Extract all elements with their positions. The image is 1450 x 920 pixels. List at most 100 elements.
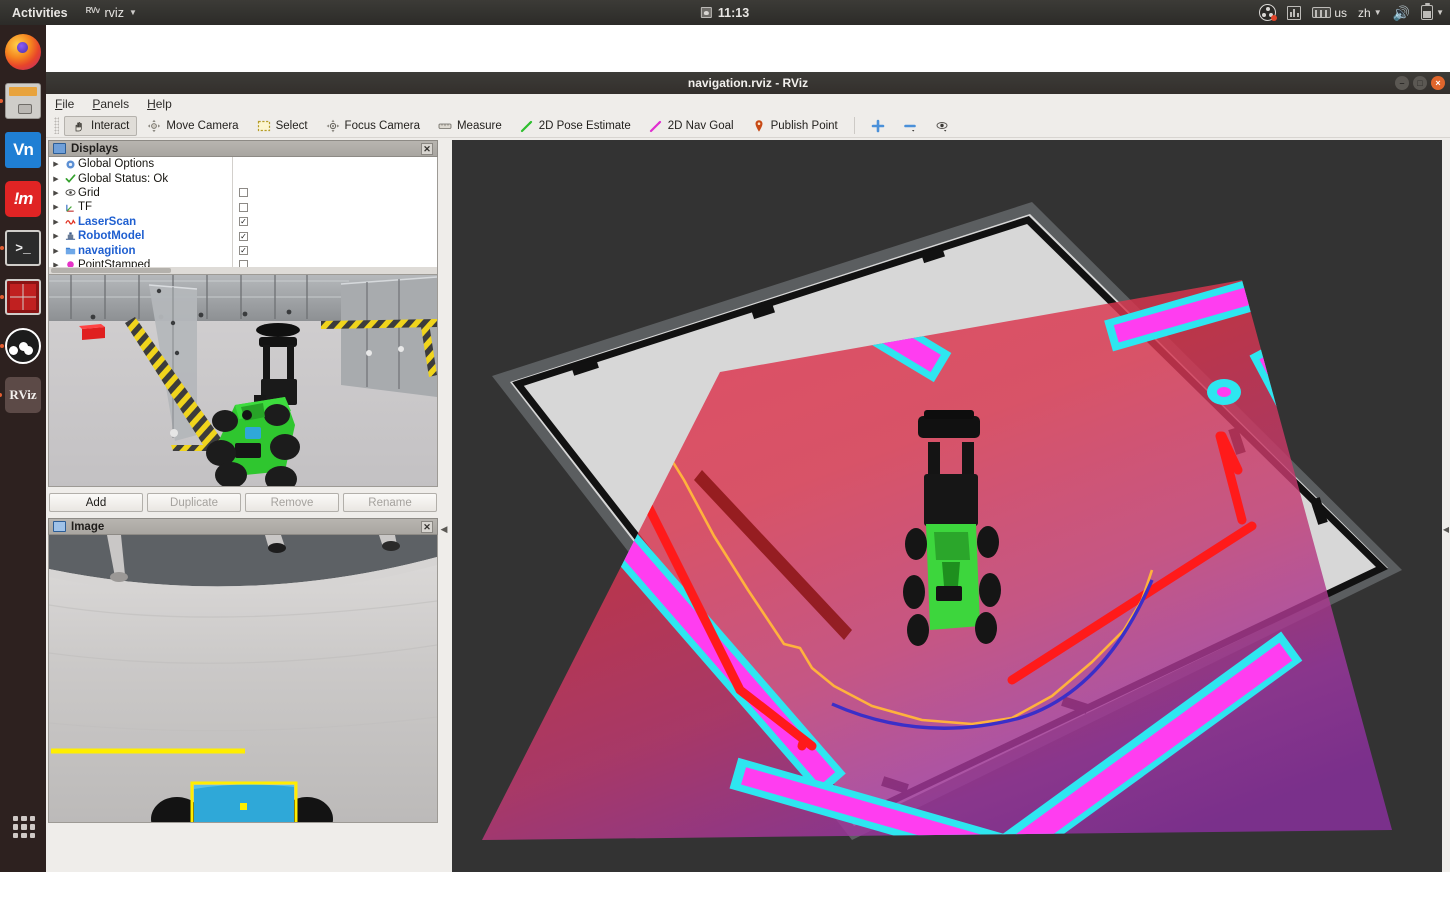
check-icon xyxy=(63,173,78,184)
tool-interact[interactable]: Interact xyxy=(64,115,138,136)
input-method-label: zh xyxy=(1358,5,1371,20)
display-enabled-checkbox[interactable] xyxy=(239,202,248,212)
menu-help[interactable]: Help xyxy=(147,97,172,111)
app-menu-rviz[interactable]: RVᴠ rviz ▼ xyxy=(80,6,143,20)
dock-collapse-handle[interactable]: ◀ xyxy=(438,140,450,918)
screen: Activities RVᴠ rviz ▼ 11:13 us zh ▼ 🔊 ▼ … xyxy=(0,0,1450,920)
tool-publish-point[interactable]: Publish Point xyxy=(744,116,846,136)
magenta-arrow-icon xyxy=(649,119,663,133)
display-item-navagition[interactable]: ▶ navagition ✓ xyxy=(49,243,437,258)
system-tray: us zh ▼ 🔊 ▼ xyxy=(1259,2,1444,21)
minimize-button[interactable]: – xyxy=(1395,76,1409,90)
displays-panel-header: Displays ✕ xyxy=(48,140,438,157)
tool-move-camera[interactable]: Move Camera xyxy=(139,116,246,136)
third-person-camera-view[interactable] xyxy=(48,275,438,487)
display-item-label: RobotModel xyxy=(78,230,145,243)
remove-button[interactable]: Remove xyxy=(245,493,339,512)
displays-tree[interactable]: ▶ Global Options ▶ Global Status: Ok ▶ Grid ▶ T… xyxy=(48,157,438,275)
eye-icon xyxy=(935,119,949,133)
launcher-item-terminator[interactable] xyxy=(0,279,41,315)
keyboard-layout-indicator[interactable]: us xyxy=(1312,6,1347,20)
launcher-item-files[interactable] xyxy=(0,83,41,119)
robot-camera-view[interactable] xyxy=(48,535,438,823)
work-area: Displays ✕ ▶ Global Options ▶ Global Status… xyxy=(46,138,1450,920)
expand-arrow-icon[interactable]: ▶ xyxy=(49,247,63,255)
tool-interact-label: Interact xyxy=(91,119,130,132)
close-icon[interactable]: ✕ xyxy=(421,520,433,533)
menu-file[interactable]: File xyxy=(55,97,74,111)
toolbar-grip[interactable] xyxy=(54,117,59,134)
close-icon[interactable]: ✕ xyxy=(421,142,433,155)
add-button[interactable]: Add xyxy=(49,493,143,512)
launcher-item-vnc-viewer[interactable]: Vn xyxy=(5,132,41,168)
displays-tree-scrollbar[interactable] xyxy=(49,267,437,274)
system-monitor-icon[interactable] xyxy=(1287,5,1302,20)
rename-button[interactable]: Rename xyxy=(343,493,437,512)
view-collapse-handle[interactable]: ◀ xyxy=(1442,140,1450,918)
system-top-bar: Activities RVᴠ rviz ▼ 11:13 us zh ▼ 🔊 ▼ xyxy=(0,0,1450,25)
tool-properties-button[interactable] xyxy=(927,116,957,136)
launcher-item-firefox[interactable] xyxy=(5,34,41,70)
battery-indicator[interactable]: ▼ xyxy=(1421,2,1444,20)
tool-publish-point-label: Publish Point xyxy=(770,119,838,132)
activities-button[interactable]: Activities xyxy=(0,6,80,20)
tool-bar: Interact Move Camera Select Focus Camera… xyxy=(46,114,1450,138)
display-item-laserscan[interactable]: ▶ LaserScan ✓ xyxy=(49,214,437,229)
input-method-indicator[interactable]: zh ▼ xyxy=(1358,6,1382,20)
close-button[interactable]: × xyxy=(1431,76,1445,90)
expand-arrow-icon[interactable]: ▶ xyxy=(49,175,63,183)
volume-icon[interactable]: 🔊 xyxy=(1393,6,1410,20)
axes-icon xyxy=(63,202,78,213)
display-item-robotmodel[interactable]: ▶ RobotModel ✓ xyxy=(49,228,437,244)
menu-panels[interactable]: Panels xyxy=(92,97,129,111)
tool-2d-pose-estimate[interactable]: 2D Pose Estimate xyxy=(512,116,639,136)
image-panel-header: Image ✕ xyxy=(48,518,438,535)
duplicate-button[interactable]: Duplicate xyxy=(147,493,241,512)
tool-move-camera-label: Move Camera xyxy=(166,119,239,132)
expand-arrow-icon[interactable]: ▶ xyxy=(49,189,63,197)
ubuntu-launcher: Vn !m >_ RViz xyxy=(0,25,46,920)
display-enabled-checkbox[interactable] xyxy=(239,188,248,198)
launcher-item-obs-studio[interactable] xyxy=(0,328,41,364)
green-arrow-icon xyxy=(520,119,534,133)
display-enabled-checkbox[interactable]: ✓ xyxy=(239,217,248,227)
chevron-down-icon: ▼ xyxy=(1436,8,1444,17)
window-title: navigation.rviz - RViz xyxy=(687,76,809,90)
remove-tool-button[interactable] xyxy=(895,116,925,136)
display-item-enabled-cell xyxy=(232,200,437,215)
map-pin-icon xyxy=(752,119,766,133)
image-icon xyxy=(53,521,66,532)
clock[interactable]: 11:13 xyxy=(700,6,749,20)
launcher-item-rviz[interactable]: RViz xyxy=(0,377,41,413)
ros-logo-icon: RVᴠ xyxy=(85,6,100,15)
display-item-tf[interactable]: ▶ TF xyxy=(49,200,437,215)
tool-select[interactable]: Select xyxy=(249,116,316,136)
display-item-global-options[interactable]: ▶ Global Options xyxy=(49,157,437,172)
display-enabled-checkbox[interactable]: ✓ xyxy=(239,231,248,241)
laserscan-icon xyxy=(63,216,78,227)
expand-arrow-icon[interactable]: ▶ xyxy=(49,232,63,240)
expand-arrow-icon[interactable]: ▶ xyxy=(49,218,63,226)
show-applications-icon[interactable] xyxy=(13,816,35,838)
launcher-item-terminal[interactable]: >_ xyxy=(0,230,41,266)
launcher-item-im-client[interactable]: !m xyxy=(5,181,41,217)
window-controls: – □ × xyxy=(1395,76,1445,90)
expand-arrow-icon[interactable]: ▶ xyxy=(49,160,63,168)
tool-measure[interactable]: Measure xyxy=(430,116,510,136)
tool-focus-camera[interactable]: Focus Camera xyxy=(318,116,428,136)
display-item-grid[interactable]: ▶ Grid xyxy=(49,185,437,201)
maximize-button[interactable]: □ xyxy=(1413,76,1427,90)
ros-tray-icon[interactable] xyxy=(1259,4,1278,21)
display-item-enabled-cell: ✓ xyxy=(232,228,437,244)
display-item-global-status-ok[interactable]: ▶ Global Status: Ok xyxy=(49,171,437,186)
expand-arrow-icon[interactable]: ▶ xyxy=(49,203,63,211)
3d-render-view[interactable] xyxy=(452,140,1442,918)
tool-2d-nav-goal[interactable]: 2D Nav Goal xyxy=(641,116,742,136)
add-tool-button[interactable] xyxy=(863,116,893,136)
minus-icon xyxy=(903,119,917,133)
battery-icon xyxy=(1421,2,1434,20)
tool-select-label: Select xyxy=(275,119,308,132)
displays-buttons: Add Duplicate Remove Rename xyxy=(48,487,438,518)
chevron-down-icon: ▼ xyxy=(1373,8,1382,17)
display-enabled-checkbox[interactable]: ✓ xyxy=(239,246,248,256)
